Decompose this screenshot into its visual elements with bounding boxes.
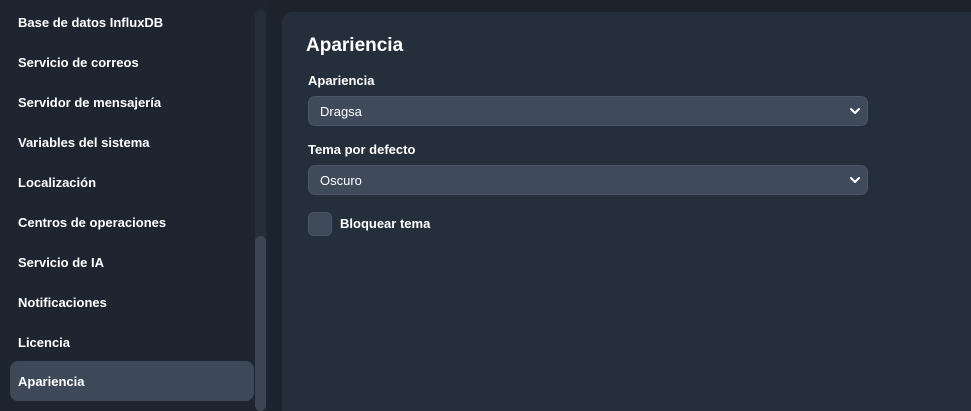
- settings-window: Base de datos InfluxDB Servicio de corre…: [0, 0, 971, 411]
- appearance-select-value: Dragsa: [320, 103, 362, 119]
- default-theme-select[interactable]: Oscuro: [308, 165, 868, 195]
- sidebar-item-label: Centros de operaciones: [18, 214, 167, 230]
- sidebar-item-label: Apariencia: [18, 373, 85, 389]
- page-title: Apariencia: [306, 35, 404, 56]
- sidebar-item-ai-service[interactable]: Servicio de IA: [10, 242, 254, 282]
- sidebar-item-operations-centers[interactable]: Centros de operaciones: [10, 202, 254, 242]
- lock-theme-label[interactable]: Bloquear tema: [340, 216, 430, 231]
- sidebar-item-appearance[interactable]: Apariencia: [10, 361, 254, 401]
- sidebar-item-label: Licencia: [18, 334, 71, 350]
- sidebar-item-label: Base de datos InfluxDB: [18, 14, 164, 30]
- sidebar-scrollbar-thumb[interactable]: [255, 236, 266, 411]
- appearance-panel: Apariencia Apariencia Dragsa Tema por de…: [282, 12, 971, 411]
- sidebar-item-label: Notificaciones: [18, 294, 107, 310]
- appearance-select[interactable]: Dragsa: [308, 96, 868, 126]
- default-theme-field-label: Tema por defecto: [308, 142, 416, 157]
- default-theme-select-value: Oscuro: [320, 172, 362, 188]
- settings-sidebar: Base de datos InfluxDB Servicio de corre…: [0, 0, 268, 411]
- lock-theme-checkbox[interactable]: [308, 212, 332, 236]
- sidebar-item-influxdb[interactable]: Base de datos InfluxDB: [10, 2, 254, 42]
- chevron-down-icon: [850, 177, 860, 183]
- sidebar-item-label: Servicio de correos: [18, 54, 139, 70]
- sidebar-item-label: Localización: [18, 174, 97, 190]
- sidebar-item-system-variables[interactable]: Variables del sistema: [10, 122, 254, 162]
- appearance-field-label: Apariencia: [308, 73, 375, 88]
- sidebar-item-mail-service[interactable]: Servicio de correos: [10, 42, 254, 82]
- sidebar-item-label: Servicio de IA: [18, 254, 104, 270]
- sidebar-item-messaging-server[interactable]: Servidor de mensajería: [10, 82, 254, 122]
- sidebar-item-notifications[interactable]: Notificaciones: [10, 282, 254, 322]
- sidebar-item-license[interactable]: Licencia: [10, 322, 254, 362]
- sidebar-item-label: Servidor de mensajería: [18, 94, 162, 110]
- chevron-down-icon: [850, 108, 860, 114]
- sidebar-item-localization[interactable]: Localización: [10, 162, 254, 202]
- sidebar-item-label: Variables del sistema: [18, 134, 150, 150]
